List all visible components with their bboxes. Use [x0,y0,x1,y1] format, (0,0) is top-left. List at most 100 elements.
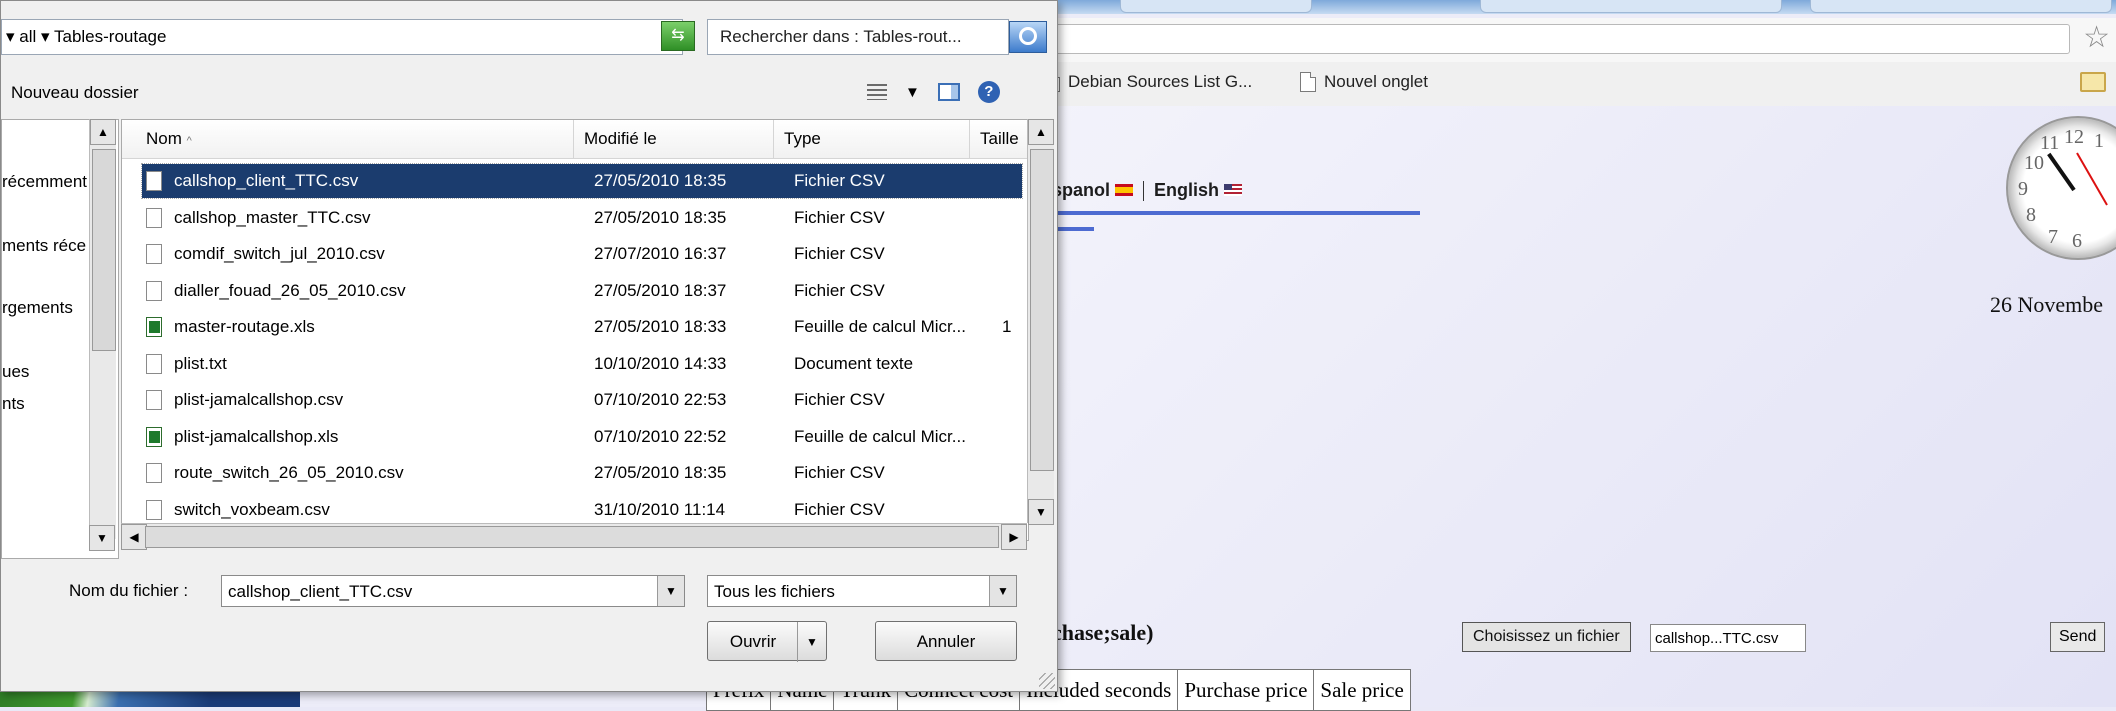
browser-tab[interactable] [1120,0,1312,13]
clock-numeral: 10 [2024,152,2044,174]
file-name: callshop_master_TTC.csv [174,207,371,227]
clock-numeral: 7 [2048,226,2058,248]
bookmarks-bar: Debian Sources List G... Nouvel onglet [1040,62,2116,107]
file-name: plist-jamalcallshop.csv [174,390,344,409]
file-name: plist-jamalcallshop.xls [174,426,339,446]
scroll-up-icon[interactable]: ▲ [90,119,116,145]
breadcrumb[interactable]: ▾ all ▾ Tables-routage ▼ [1,19,683,55]
column-size[interactable]: Taille [970,120,1028,158]
text-file-icon [146,353,162,374]
list-item[interactable]: plist.txt 10/10/2010 14:33 Document texte [142,347,1022,381]
url-field[interactable] [1046,24,2070,54]
file-type: Fichier CSV [794,280,885,300]
nav-item[interactable]: rgements [2,298,73,318]
scroll-left-icon[interactable]: ◀ [121,524,147,550]
send-button[interactable]: Send [2050,622,2106,652]
search-icon[interactable] [1009,21,1047,53]
file-list-scrollbar[interactable]: ▲ ▼ [1027,119,1054,525]
list-item[interactable]: comdif_switch_jul_2010.csv 27/07/2010 16:… [142,237,1022,271]
language-selector: spanol English [1052,180,1243,201]
spreadsheet-file-icon [146,317,162,337]
list-item[interactable]: plist-jamalcallshop.csv 07/10/2010 22:53 F… [142,383,1022,417]
nav-item[interactable]: ues [2,362,29,382]
column-modified[interactable]: Modifié le [574,120,774,158]
file-type: Feuille de calcul Micr... [794,426,966,446]
breadcrumb-item[interactable]: all [19,27,36,46]
scroll-thumb[interactable] [145,526,999,548]
scroll-up-icon[interactable]: ▲ [1028,119,1054,145]
chevron-down-icon[interactable]: ▼ [657,576,684,606]
csv-file-icon [146,499,162,520]
list-item[interactable]: switch_voxbeam.csv 31/10/2010 11:14 Fichie… [142,493,1022,527]
list-item[interactable]: master-routage.xls 27/05/2010 18:33 Feuill… [142,310,1022,344]
address-bar: ☆ [1040,18,2116,63]
file-type: Fichier CSV [794,390,885,409]
chevron-down-icon[interactable]: ▼ [989,576,1016,606]
file-modified: 27/07/2010 16:37 [594,244,727,263]
nav-item[interactable]: nts [2,394,25,414]
scroll-right-icon[interactable]: ▶ [1001,524,1027,550]
file-name: master-routage.xls [174,317,315,336]
search-input[interactable]: Rechercher dans : Tables-rout... [707,19,1009,55]
file-type: Fichier CSV [794,244,885,263]
open-split-arrow-icon[interactable]: ▼ [797,622,826,662]
filetype-value: Tous les fichiers [714,582,835,601]
star-icon[interactable]: ☆ [2083,20,2110,55]
resize-grip[interactable] [1039,673,1055,689]
chevron-down-icon[interactable]: ▾ [41,27,50,46]
cancel-button[interactable]: Annuler [875,621,1017,661]
scroll-down-icon[interactable]: ▼ [1028,499,1054,525]
list-item[interactable]: callshop_client_TTC.csv 27/05/2010 18:35 F… [141,163,1023,199]
csv-file-icon [146,171,162,191]
scroll-down-icon[interactable]: ▼ [89,525,115,551]
file-name: dialler_fouad_26_05_2010.csv [174,280,406,300]
list-item[interactable]: plist-jamalcallshop.xls 07/10/2010 22:52 F… [142,420,1022,454]
bookmark-debian[interactable]: Debian Sources List G... [1044,72,1252,92]
open-button[interactable]: Ouvrir ▼ [707,621,827,662]
list-item[interactable]: dialler_fouad_26_05_2010.csv 27/05/2010 1… [142,274,1022,308]
browser-tab[interactable] [1810,0,2112,13]
file-type: Fichier CSV [794,499,885,519]
preview-pane-icon[interactable] [937,83,960,101]
chevron-down-icon[interactable]: ▾ [6,27,15,46]
dialog-toolbar: Nouveau dossier ▼ ? [1,69,1057,117]
file-modified: 07/10/2010 22:52 [594,426,727,446]
file-list-hscrollbar[interactable]: ◀ ▶ [121,523,1027,550]
choose-file-button[interactable]: Choisissez un fichier [1462,622,1631,652]
page-icon [1300,72,1316,92]
file-name: plist.txt [174,353,227,373]
folder-icon[interactable] [2080,72,2106,92]
list-item[interactable]: callshop_master_TTC.csv 27/05/2010 18:35 F… [142,201,1022,235]
filetype-select[interactable]: Tous les fichiers ▼ [707,575,1017,607]
refresh-icon[interactable]: ⇆ [661,21,695,51]
nav-item[interactable]: récemment [2,172,87,192]
spreadsheet-file-icon [146,426,162,447]
language-es[interactable]: spanol [1052,180,1134,201]
csv-file-icon [146,280,162,301]
nav-item[interactable]: ments réce [2,236,86,256]
help-icon[interactable]: ? [977,81,1000,103]
list-header: Nom ^ Modifié le Type Taille [122,120,1028,159]
browser-tab[interactable] [1480,0,1782,13]
file-modified: 27/05/2010 18:33 [594,317,727,336]
scroll-thumb[interactable] [92,149,116,351]
language-en[interactable]: English [1154,180,1243,201]
filename-field[interactable]: callshop_client_TTC.csv ▼ [221,575,685,607]
column-name[interactable]: Nom ^ [122,120,574,158]
chevron-down-icon[interactable]: ▼ [905,84,920,101]
file-modified: 07/10/2010 22:53 [594,390,727,409]
csv-file-icon [146,244,162,264]
clock-numeral: 6 [2072,230,2082,252]
column-type[interactable]: Type [774,120,970,158]
list-item[interactable]: route_switch_26_05_2010.csv 27/05/2010 18… [142,456,1022,490]
breadcrumb-item[interactable]: Tables-routage [54,27,166,46]
scroll-thumb[interactable] [1030,149,1054,471]
search-placeholder: Rechercher dans : Tables-rout... [720,27,962,46]
views-icon[interactable] [867,84,887,100]
new-folder-button[interactable]: Nouveau dossier [11,83,139,103]
bookmark-new-tab[interactable]: Nouvel onglet [1300,72,1428,92]
file-type: Feuille de calcul Micr... [794,317,966,336]
nav-scrollbar[interactable]: ▲ [89,119,116,539]
clock-hour-hand [2047,152,2076,192]
csv-file-icon [146,207,162,228]
